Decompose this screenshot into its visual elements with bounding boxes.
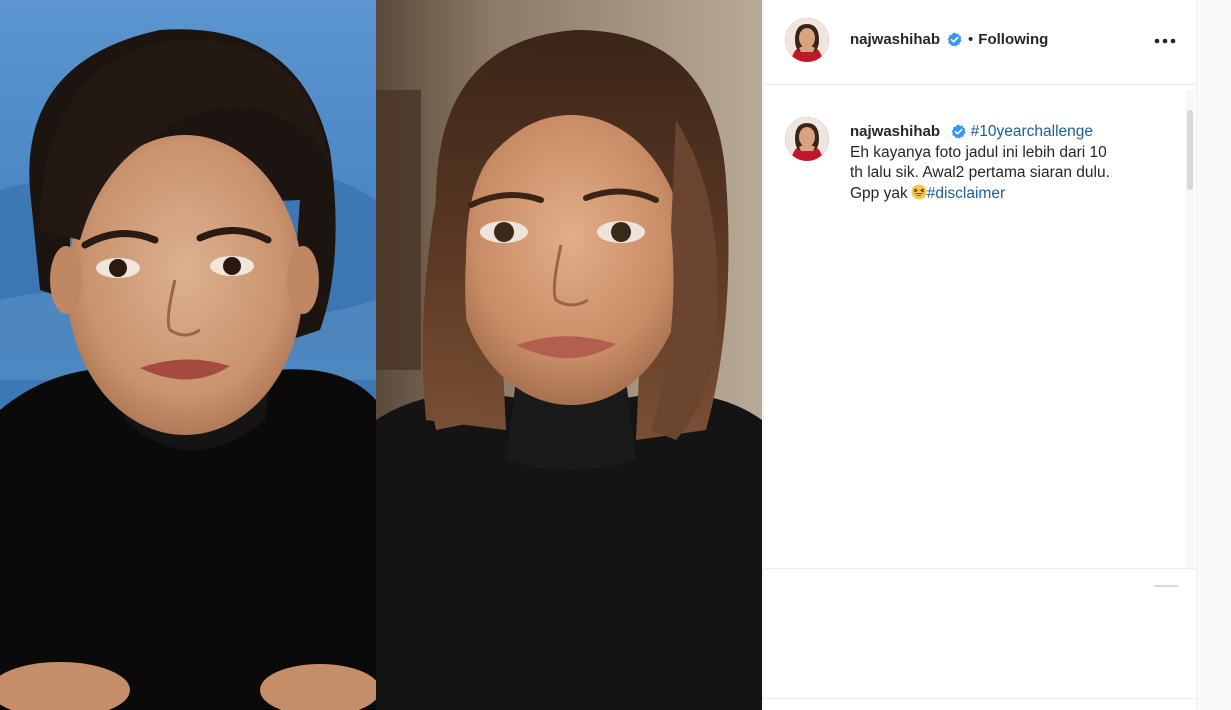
separator-dot: • xyxy=(968,31,974,48)
caption-line-1: Eh kayanya foto jadul ini lebih dari 10 xyxy=(850,143,1107,161)
comments-section[interactable]: najwashihab #10yearchallenge Eh kayanya … xyxy=(764,86,1196,566)
avatar[interactable] xyxy=(785,18,829,62)
post-panel: najwashihab • Following najwashihab #10y… xyxy=(763,0,1196,710)
post-header: najwashihab • Following xyxy=(764,0,1196,85)
then-photo xyxy=(0,0,376,710)
more-dots xyxy=(1154,38,1176,44)
header-user-info: najwashihab • Following xyxy=(850,31,1048,48)
hashtag-link-disclaimer[interactable]: #disclaimer xyxy=(927,185,1005,202)
verified-badge-icon xyxy=(951,124,966,139)
scrollbar-thumb[interactable] xyxy=(1187,110,1193,190)
now-photo xyxy=(376,0,762,710)
caption-text: najwashihab #10yearchallenge Eh kayanya … xyxy=(850,122,1175,204)
username-link[interactable]: najwashihab xyxy=(850,31,940,48)
post-photo[interactable] xyxy=(0,0,762,710)
grinning-squinting-face-icon xyxy=(911,184,927,200)
verified-badge-icon xyxy=(947,32,962,47)
bottom-divider xyxy=(764,698,1196,699)
now-photo-image xyxy=(376,0,762,710)
hashtag-link-10yearchallenge[interactable]: #10yearchallenge xyxy=(971,123,1093,140)
more-horizontal-icon[interactable] xyxy=(1154,30,1178,50)
caption-avatar[interactable] xyxy=(785,117,829,161)
caption-avatar-image xyxy=(785,117,829,161)
avatar-image xyxy=(785,18,829,62)
page-gutter xyxy=(1196,0,1231,710)
caption-username-link[interactable]: najwashihab xyxy=(850,123,940,140)
caption-line-3: Gpp yak xyxy=(850,184,908,202)
following-button[interactable]: Following xyxy=(978,31,1048,48)
comments-scrollbar[interactable] xyxy=(1186,90,1194,568)
then-photo-image xyxy=(0,0,376,710)
post-actions-area xyxy=(764,568,1196,699)
divider-handle xyxy=(1154,585,1178,587)
caption-line-2: th lalu sik. Awal2 pertama siaran dulu. xyxy=(850,164,1110,181)
